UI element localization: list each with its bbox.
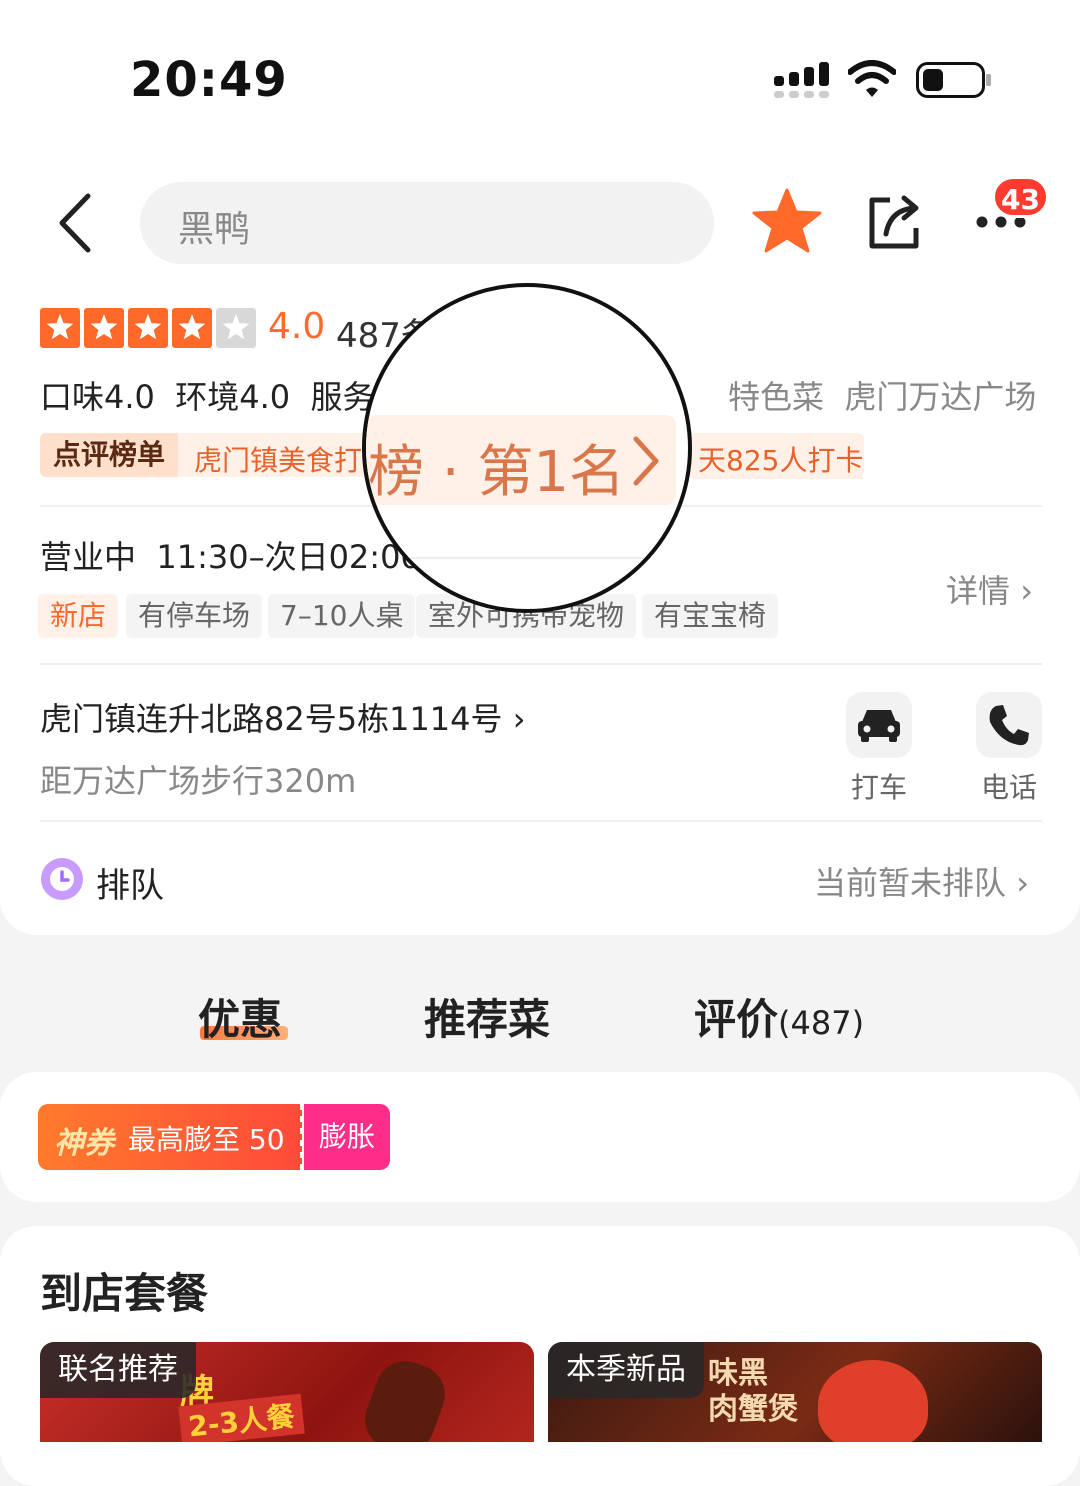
coupon-expand-button[interactable]: 膨胀 xyxy=(304,1104,390,1170)
taxi-button[interactable] xyxy=(846,692,912,758)
star-filled-icon xyxy=(84,308,124,348)
rating-score: 4.0 xyxy=(268,306,326,347)
address-text: 虎门镇连升北路82号5栋1114号 xyxy=(40,700,503,738)
tag-table-size: 7–10人桌 xyxy=(268,594,416,638)
divider xyxy=(40,663,1042,665)
package-badge: 本季新品 xyxy=(548,1342,704,1398)
signal-icon xyxy=(774,62,830,100)
coupon-brand: 神券 xyxy=(54,1126,114,1161)
share-icon[interactable] xyxy=(864,192,924,252)
distance-text: 距万达广场步行320m xyxy=(40,762,357,800)
star-filled-icon xyxy=(128,308,168,348)
package-item[interactable]: 味黑 肉蟹煲 本季新品 xyxy=(548,1342,1042,1442)
divider xyxy=(40,820,1042,822)
queue-status: 当前暂未排队 xyxy=(814,864,1007,902)
taxi-label: 打车 xyxy=(850,771,907,804)
chevron-right-icon: › xyxy=(1016,864,1029,902)
tag-new-store: 新店 xyxy=(38,594,119,638)
back-button[interactable] xyxy=(50,188,110,258)
tab-reviews-label: 评价 xyxy=(694,995,779,1044)
tab-deals-label: 优惠 xyxy=(198,995,283,1044)
star-filled-icon xyxy=(172,308,212,348)
coupon-banner[interactable]: 神券 最高膨至 50 膨胀 xyxy=(38,1104,390,1170)
phone-icon xyxy=(989,705,1029,746)
star-empty-icon xyxy=(216,308,256,348)
tag-parking: 有停车场 xyxy=(126,594,263,638)
address-link[interactable]: 虎门镇连升北路82号5栋1114号 › xyxy=(40,694,526,740)
magnifier-overlay: 榜 · 第1名 xyxy=(362,283,692,613)
rating-stars xyxy=(40,306,260,350)
duck-neck-image xyxy=(356,1352,454,1442)
package-photo-overlay: 味黑 肉蟹煲 xyxy=(708,1356,798,1427)
star-icon[interactable] xyxy=(752,188,822,254)
search-input[interactable]: 黑鸭 xyxy=(140,182,714,264)
notification-badge: 43 xyxy=(992,176,1049,218)
coupon-main: 神券 最高膨至 50 xyxy=(38,1104,302,1170)
rank-checkin-count: 天825人打卡 xyxy=(692,439,864,479)
battery-icon xyxy=(916,62,992,98)
wifi-icon xyxy=(847,60,897,100)
car-icon xyxy=(858,710,900,742)
tab-deals[interactable]: 优惠 xyxy=(198,986,294,1046)
tab-recommended[interactable]: 推荐菜 xyxy=(424,986,550,1047)
business-hours: 营业中 11:30–次日02:00 xyxy=(40,538,421,576)
details-label: 详情 xyxy=(946,572,1011,610)
package-item[interactable]: 牌 2-3人餐 联名推荐 xyxy=(40,1342,534,1442)
rank-label: 点评榜单 xyxy=(40,433,178,477)
coupon-action-label: 膨胀 xyxy=(318,1120,375,1153)
coupon-text: 最高膨至 50 xyxy=(128,1123,285,1156)
search-text: 黑鸭 xyxy=(178,209,251,250)
queue-label: 排队 xyxy=(96,866,164,906)
chevron-right-icon: › xyxy=(512,700,526,738)
phone-button[interactable] xyxy=(976,692,1042,758)
sub-scores: 口味4.0 环境4.0 服务 xyxy=(40,378,375,416)
tab-reviews-count: (487) xyxy=(778,1004,865,1042)
tab-reviews[interactable]: 评价(487) xyxy=(694,986,864,1047)
chevron-right-icon xyxy=(628,433,662,489)
clock-icon xyxy=(40,857,84,901)
tab-recommended-label: 推荐菜 xyxy=(424,995,551,1044)
package-badge: 联名推荐 xyxy=(40,1342,196,1398)
magnified-rank-text: 榜 · 第1名 xyxy=(368,440,626,505)
magnified-divider xyxy=(366,557,688,559)
status-time: 20:49 xyxy=(130,52,288,108)
star-filled-icon xyxy=(40,308,80,348)
crab-image xyxy=(818,1360,928,1442)
tag-baby-chair: 有宝宝椅 xyxy=(642,594,779,638)
chevron-right-icon: › xyxy=(1020,572,1033,610)
phone-label: 电话 xyxy=(980,771,1037,804)
details-link[interactable]: 详情 › xyxy=(946,566,1033,612)
packages-title: 到店套餐 xyxy=(40,1269,209,1318)
queue-status-link[interactable]: 当前暂未排队 › xyxy=(814,858,1029,904)
category-location[interactable]: 特色菜 虎门万达广场 xyxy=(728,372,1036,418)
